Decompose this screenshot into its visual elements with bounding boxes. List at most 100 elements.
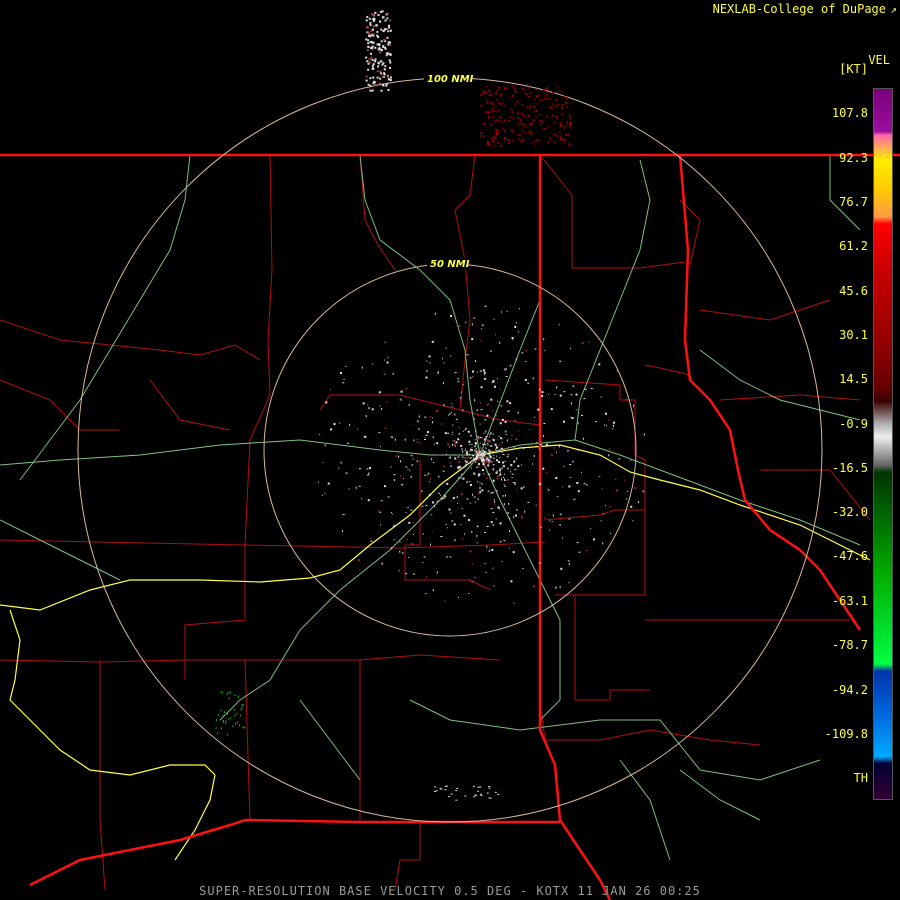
echo-pixel	[515, 469, 517, 471]
echo-pixel	[551, 103, 554, 106]
echo-pixel	[539, 119, 542, 122]
echo-pixel	[643, 433, 645, 436]
echo-pixel	[540, 526, 542, 529]
echo-pixel	[508, 410, 510, 412]
echo-pixel	[342, 382, 345, 384]
echo-pixel	[495, 518, 497, 520]
source-label[interactable]: NEXLAB-College of DuPage	[713, 2, 886, 16]
echo-pixel	[568, 562, 570, 565]
echo-pixel	[440, 494, 442, 496]
echo-pixel	[496, 470, 499, 473]
echo-pixel	[503, 448, 505, 451]
echo-pixel	[580, 471, 582, 473]
echo-pixel	[516, 508, 518, 511]
echo-pixel	[425, 504, 428, 506]
echo-pixel	[466, 498, 469, 500]
echo-pixel	[494, 443, 497, 446]
echo-pixel	[465, 322, 467, 324]
echo-pixel	[434, 505, 436, 508]
echo-pixel	[514, 325, 517, 328]
echo-pixel	[483, 454, 486, 457]
echo-pixel	[545, 443, 548, 446]
echo-pixel	[492, 468, 494, 471]
echo-pixel	[229, 691, 231, 694]
echo-pixel	[546, 487, 548, 490]
echo-pixel	[492, 410, 494, 413]
echo-pixel	[483, 438, 486, 441]
echo-pixel	[604, 412, 607, 415]
echo-pixel	[527, 95, 530, 98]
echo-pixel	[493, 318, 495, 320]
echo-pixel	[525, 349, 528, 351]
echo-pixel	[240, 708, 242, 711]
echo-pixel	[439, 787, 442, 789]
echo-pixel	[510, 107, 513, 110]
echo-pixel	[501, 310, 503, 313]
echo-pixel	[504, 494, 506, 497]
echo-pixel	[222, 715, 224, 718]
echo-pixel	[454, 413, 456, 416]
echo-pixel	[388, 26, 391, 29]
echo-pixel	[484, 419, 487, 421]
echo-pixel	[479, 447, 481, 449]
echo-pixel	[478, 438, 481, 440]
echo-pixel	[520, 487, 523, 490]
echo-pixel	[387, 356, 389, 359]
echo-pixel	[368, 86, 371, 89]
echo-pixel	[483, 440, 485, 442]
echo-pixel	[559, 524, 561, 527]
echo-pixel	[506, 478, 509, 481]
echo-pixel	[407, 506, 410, 508]
echo-pixel	[430, 514, 433, 516]
echo-pixel	[524, 361, 527, 363]
echo-pixel	[564, 133, 567, 136]
echo-pixel	[349, 423, 351, 426]
echo-pixel	[499, 341, 501, 344]
echo-pixel	[472, 376, 474, 378]
echo-pixel	[604, 423, 606, 426]
echo-pixel	[523, 123, 526, 126]
echo-pixel	[564, 125, 567, 128]
echo-pixel	[371, 41, 374, 44]
echo-pixel	[485, 447, 487, 449]
echo-pixel	[494, 791, 497, 793]
echo-pixel	[459, 399, 462, 402]
echo-pixel	[491, 140, 494, 143]
echo-pixel	[580, 415, 583, 417]
echo-pixel	[517, 138, 520, 141]
echo-pixel	[381, 75, 384, 78]
echo-pixel	[545, 472, 548, 474]
echo-pixel	[367, 39, 370, 42]
echo-pixel	[608, 448, 610, 450]
echo-pixel	[552, 514, 554, 517]
echo-pixel	[559, 360, 562, 362]
echo-pixel	[510, 580, 513, 583]
echo-pixel	[484, 305, 487, 307]
echo-pixel	[568, 114, 571, 117]
echo-pixel	[475, 449, 477, 451]
echo-pixel	[495, 131, 498, 134]
echo-pixel	[470, 502, 472, 504]
echo-pixel	[447, 443, 450, 446]
echo-pixel	[541, 391, 544, 394]
echo-pixel	[554, 133, 557, 136]
echo-pixel	[479, 436, 482, 438]
echo-pixel	[512, 94, 515, 97]
echo-pixel	[474, 454, 476, 457]
echo-pixel	[480, 93, 483, 96]
echo-pixel	[494, 110, 497, 113]
echo-pixel	[485, 85, 488, 88]
echo-pixel	[503, 479, 505, 482]
echo-pixel	[534, 144, 537, 147]
echo-pixel	[572, 385, 575, 388]
external-link-icon[interactable]: ↗	[890, 3, 897, 16]
echo-pixel	[527, 86, 530, 89]
echo-pixel	[461, 448, 463, 451]
echo-pixel	[467, 430, 470, 433]
echo-pixel	[234, 694, 236, 697]
echo-pixel	[446, 482, 449, 485]
echo-pixel	[477, 445, 479, 448]
echo-pixel	[513, 483, 516, 486]
echo-pixel	[437, 492, 440, 494]
echo-pixel	[499, 450, 501, 452]
